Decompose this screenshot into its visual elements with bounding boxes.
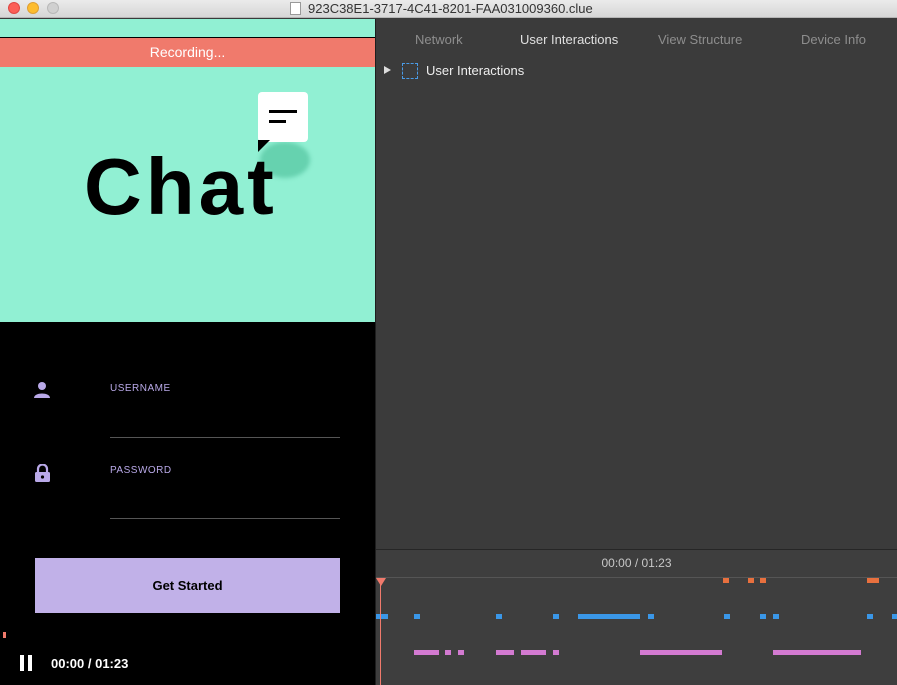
- view-event-marker[interactable]: [648, 614, 654, 619]
- view-event-marker[interactable]: [867, 614, 873, 619]
- zoom-window-button[interactable]: [47, 2, 59, 14]
- view-event-marker[interactable]: [892, 614, 897, 619]
- username-input[interactable]: [110, 399, 340, 437]
- tree-row-label: User Interactions: [426, 63, 525, 78]
- pause-icon[interactable]: [20, 655, 34, 671]
- interaction-event-marker[interactable]: [640, 650, 722, 655]
- interaction-event-marker[interactable]: [414, 650, 439, 655]
- password-input[interactable]: [110, 481, 340, 518]
- interaction-event-marker[interactable]: [445, 650, 451, 655]
- recording-marker: [3, 632, 6, 638]
- chat-bubble-logo-icon: [258, 92, 308, 142]
- network-event-marker[interactable]: [760, 578, 766, 583]
- tab-device-info[interactable]: Device Info: [801, 32, 866, 47]
- view-event-marker[interactable]: [496, 614, 502, 619]
- timeline-playhead[interactable]: [380, 578, 381, 685]
- timeline-axis: [376, 577, 897, 578]
- timeline-panel[interactable]: 00:00 / 01:23: [376, 549, 897, 685]
- password-label: PASSWORD: [110, 465, 172, 476]
- lock-icon: [35, 464, 50, 482]
- view-event-marker[interactable]: [376, 614, 388, 619]
- selection-box-icon: [402, 63, 418, 79]
- view-event-marker[interactable]: [578, 614, 640, 619]
- network-event-marker[interactable]: [867, 578, 879, 583]
- chat-bubble-tail: [258, 140, 270, 152]
- minimize-window-button[interactable]: [27, 2, 39, 14]
- username-underline: [110, 437, 340, 438]
- disclosure-triangle-icon[interactable]: [384, 66, 391, 74]
- view-event-marker[interactable]: [724, 614, 730, 619]
- interaction-event-marker[interactable]: [521, 650, 546, 655]
- view-event-marker[interactable]: [760, 614, 766, 619]
- device-screen: Recording... Chat USERNAME PASSWORD Get …: [0, 19, 375, 685]
- title-bar: 923C38E1-3717-4C41-8201-FAA031009360.clu…: [0, 0, 897, 18]
- close-window-button[interactable]: [8, 2, 20, 14]
- recording-banner: Recording...: [0, 38, 375, 67]
- tab-network[interactable]: Network: [415, 32, 463, 47]
- network-event-marker[interactable]: [748, 578, 754, 583]
- view-event-marker[interactable]: [553, 614, 559, 619]
- player-time: 00:00 / 01:23: [51, 656, 129, 671]
- tab-user-interactions[interactable]: User Interactions: [520, 32, 618, 47]
- timeline-time: 00:00 / 01:23: [601, 556, 672, 570]
- get-started-button[interactable]: Get Started: [35, 558, 340, 613]
- playhead-handle-icon[interactable]: [376, 578, 386, 586]
- app-window: 923C38E1-3717-4C41-8201-FAA031009360.clu…: [0, 0, 897, 685]
- inspector-panel: Network User Interactions View Structure…: [376, 19, 897, 549]
- network-event-marker[interactable]: [723, 578, 729, 583]
- status-bar: [0, 19, 375, 37]
- tab-view-structure[interactable]: View Structure: [658, 32, 742, 47]
- interaction-event-marker[interactable]: [458, 650, 464, 655]
- user-icon: [34, 382, 50, 398]
- interaction-event-marker[interactable]: [553, 650, 559, 655]
- view-event-marker[interactable]: [773, 614, 779, 619]
- password-underline: [110, 518, 340, 519]
- interaction-event-marker[interactable]: [773, 650, 861, 655]
- document-icon: [290, 2, 301, 15]
- view-event-marker[interactable]: [414, 614, 420, 619]
- interaction-event-marker[interactable]: [496, 650, 514, 655]
- hero-title: Chat: [84, 142, 278, 231]
- window-title: 923C38E1-3717-4C41-8201-FAA031009360.clu…: [308, 1, 593, 16]
- username-label: USERNAME: [110, 383, 171, 394]
- hero-panel: Chat: [0, 67, 375, 322]
